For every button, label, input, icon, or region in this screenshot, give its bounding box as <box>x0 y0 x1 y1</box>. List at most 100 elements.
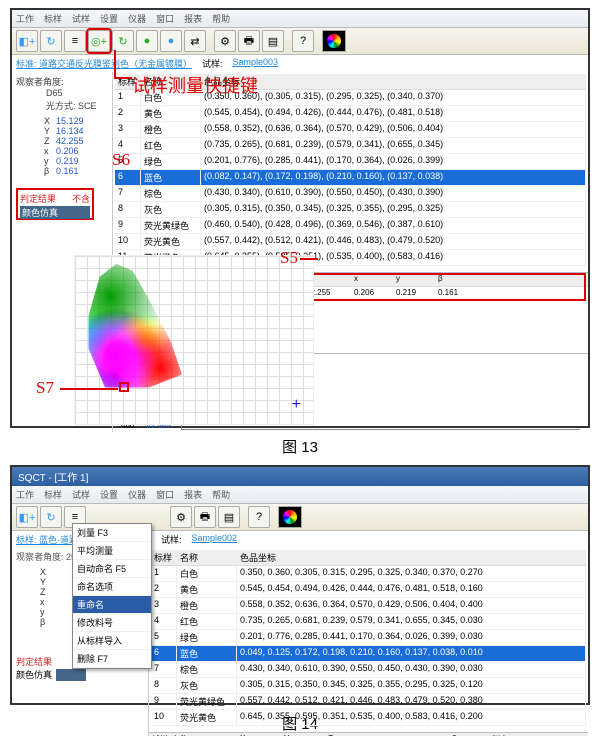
table-row[interactable]: 8灰色0.305, 0.315, 0.350, 0.345, 0.325, 0.… <box>151 678 586 694</box>
table-row[interactable]: 4红色(0.735, 0.265), (0.681, 0.239), (0.57… <box>115 138 586 154</box>
col-header[interactable]: β <box>449 733 489 736</box>
table-row[interactable]: 5绿色(0.201, 0.776), (0.285, 0.441), (0.17… <box>115 154 586 170</box>
coord-value: 0.206 <box>56 146 79 156</box>
table-row[interactable]: 9荧光黄绿色(0.460, 0.540), (0.428, 0.496), (0… <box>115 218 586 234</box>
sqct-logo-icon[interactable] <box>278 506 302 528</box>
table-row[interactable]: 7棕色0.430, 0.340, 0.610, 0.390, 0.550, 0.… <box>151 662 586 678</box>
col-header[interactable]: Z <box>325 733 369 736</box>
menu-item-rename[interactable]: 重命名 <box>73 596 151 614</box>
col-header[interactable]: X <box>237 733 281 736</box>
sample-link[interactable]: Sample002 <box>192 533 238 546</box>
help-icon[interactable]: ? <box>248 506 270 528</box>
color-sim-label: 颜色仿真 <box>16 668 52 681</box>
table-row[interactable]: 4红色0.735, 0.265, 0.681, 0.239, 0.579, 0.… <box>151 614 586 630</box>
table-row[interactable]: 2黄色(0.545, 0.454), (0.494, 0.426), (0.44… <box>115 106 586 122</box>
print-icon[interactable]: 🖶 <box>194 506 216 528</box>
menu-item[interactable]: 删除 F7 <box>73 650 151 668</box>
col-header[interactable]: Y <box>281 733 325 736</box>
table-row[interactable]: 3橙色0.558, 0.352, 0.636, 0.364, 0.570, 0.… <box>151 598 586 614</box>
col-header[interactable]: 名称 <box>177 550 237 565</box>
coord-value: 15.129 <box>56 116 84 126</box>
color-swatch <box>56 669 86 681</box>
menu-item[interactable]: 平均测量 <box>73 542 151 560</box>
green-circle-icon[interactable]: ● <box>136 30 158 52</box>
sample-link[interactable]: Sample003 <box>233 57 279 70</box>
menu-item[interactable]: 命名选项 <box>73 578 151 596</box>
sqct-logo-icon[interactable] <box>322 30 346 52</box>
coord-label: x <box>40 597 52 607</box>
menu-item[interactable]: 修改料号 <box>73 614 151 632</box>
table-row[interactable]: 8灰色(0.305, 0.315), (0.350, 0.345), (0.32… <box>115 202 586 218</box>
table-row[interactable]: 5绿色0.201, 0.776, 0.285, 0.441, 0.170, 0.… <box>151 630 586 646</box>
blue-circle-icon[interactable]: ● <box>160 30 182 52</box>
col-header[interactable]: x <box>369 733 409 736</box>
standard-link[interactable]: 标准: 道路交通反光膜鉴别色（无金属镀膜） <box>16 57 192 70</box>
sample-label: 试样: <box>161 533 182 546</box>
menu-bar: 工作 标样 试样 设置 仪器 窗口 报表 帮助 <box>12 10 588 28</box>
gear-icon[interactable]: ⚙ <box>170 506 192 528</box>
table-row[interactable]: 2黄色0.545, 0.454, 0.494, 0.426, 0.444, 0.… <box>151 582 586 598</box>
figure-caption: 图 13 <box>0 436 600 457</box>
annot-measure: 试样测量快捷键 <box>132 72 258 98</box>
menu-item[interactable]: 设置 <box>100 12 118 25</box>
chart-icon[interactable]: ▤ <box>218 506 240 528</box>
table-row[interactable]: 10荧光黄色0.645, 0.355, 0.595, 0.351, 0.535,… <box>151 710 586 726</box>
menu-item[interactable]: 窗口 <box>156 12 174 25</box>
measure-sample-icon[interactable]: ◎+ <box>88 30 110 52</box>
refresh-icon[interactable]: ↻ <box>40 30 62 52</box>
table-row[interactable]: 7棕色(0.430, 0.340), (0.610, 0.390), (0.55… <box>115 186 586 202</box>
table-row[interactable]: 1白色0.350, 0.360, 0.305, 0.315, 0.295, 0.… <box>151 566 586 582</box>
measure-standard-icon[interactable]: ◧+ <box>16 30 38 52</box>
chart-icon[interactable]: ▤ <box>262 30 284 52</box>
col-header[interactable]: 判定 <box>489 733 521 736</box>
menu-item[interactable]: 标样 <box>44 12 62 25</box>
menu-item[interactable]: 报表 <box>184 488 202 501</box>
swap-icon[interactable]: ⇄ <box>184 30 206 52</box>
menu-item[interactable]: 工作 <box>16 12 34 25</box>
menu-item[interactable]: 自动命名 F5 <box>73 560 151 578</box>
col-header[interactable]: 色品坐标 <box>201 74 586 89</box>
refresh-icon[interactable]: ↻ <box>40 506 62 528</box>
menu-item[interactable]: 帮助 <box>212 12 230 25</box>
menu-item[interactable]: 仪器 <box>128 488 146 501</box>
print-icon[interactable]: 🖶 <box>238 30 260 52</box>
coords-block: X15.129 Y16.134 Z42.255 x0.206 y0.219 β0… <box>44 116 108 176</box>
menu-item[interactable]: 从标样导入 <box>73 632 151 650</box>
col-header[interactable]: 试样 <box>149 733 169 736</box>
table-row[interactable]: 9荧光黄绿色0.557, 0.442, 0.512, 0.421, 0.446,… <box>151 694 586 710</box>
coord-label: β <box>44 166 56 176</box>
coord-label: y <box>40 607 52 617</box>
menu-item[interactable]: 标样 <box>44 488 62 501</box>
menu-item[interactable]: 仪器 <box>128 12 146 25</box>
crosshair-icon: + <box>292 396 301 414</box>
table-row[interactable]: 6蓝色0.049, 0.125, 0.172, 0.198, 0.210, 0.… <box>151 646 586 662</box>
table-row[interactable]: 10荧光黄色(0.557, 0.442), (0.512, 0.421), (0… <box>115 234 586 250</box>
coord-label: Y <box>40 577 52 587</box>
list-icon[interactable]: ≡ <box>64 30 86 52</box>
table-row[interactable]: 3橙色(0.558, 0.352), (0.636, 0.364), (0.57… <box>115 122 586 138</box>
menu-item[interactable]: 刘量 F3 <box>73 524 151 542</box>
s7-point <box>119 382 129 392</box>
cie-diagram: + <box>74 255 314 425</box>
menu-item[interactable]: 试样 <box>72 12 90 25</box>
refresh2-icon[interactable]: ↻ <box>112 30 134 52</box>
toolbar: ◧+ ↻ ≡ ◎+ ↻ ● ● ⇄ ⚙ 🖶 ▤ ? <box>12 28 588 55</box>
menu-item[interactable]: 设置 <box>100 488 118 501</box>
col-header[interactable]: 名称 <box>169 733 237 736</box>
menu-item[interactable]: 报表 <box>184 12 202 25</box>
col-header[interactable]: y <box>409 733 449 736</box>
coord-label: Y <box>44 126 56 136</box>
standard-link[interactable]: 标样: 蓝色·道路 <box>16 533 78 546</box>
menu-item[interactable]: 工作 <box>16 488 34 501</box>
menu-item[interactable]: 试样 <box>72 488 90 501</box>
help-icon[interactable]: ? <box>292 30 314 52</box>
col-header[interactable]: 色品坐标 <box>237 550 586 565</box>
menu-item[interactable]: 帮助 <box>212 488 230 501</box>
measure-standard-icon[interactable]: ◧+ <box>16 506 38 528</box>
window-titlebar: SQCT - [工作 1] <box>12 467 588 486</box>
annot-s6: S6 <box>112 150 130 170</box>
col-header[interactable]: 标样 <box>151 550 177 565</box>
menu-item[interactable]: 窗口 <box>156 488 174 501</box>
table-row[interactable]: 6蓝色(0.082, 0.147), (0.172, 0.198), (0.21… <box>115 170 586 186</box>
gear-icon[interactable]: ⚙ <box>214 30 236 52</box>
